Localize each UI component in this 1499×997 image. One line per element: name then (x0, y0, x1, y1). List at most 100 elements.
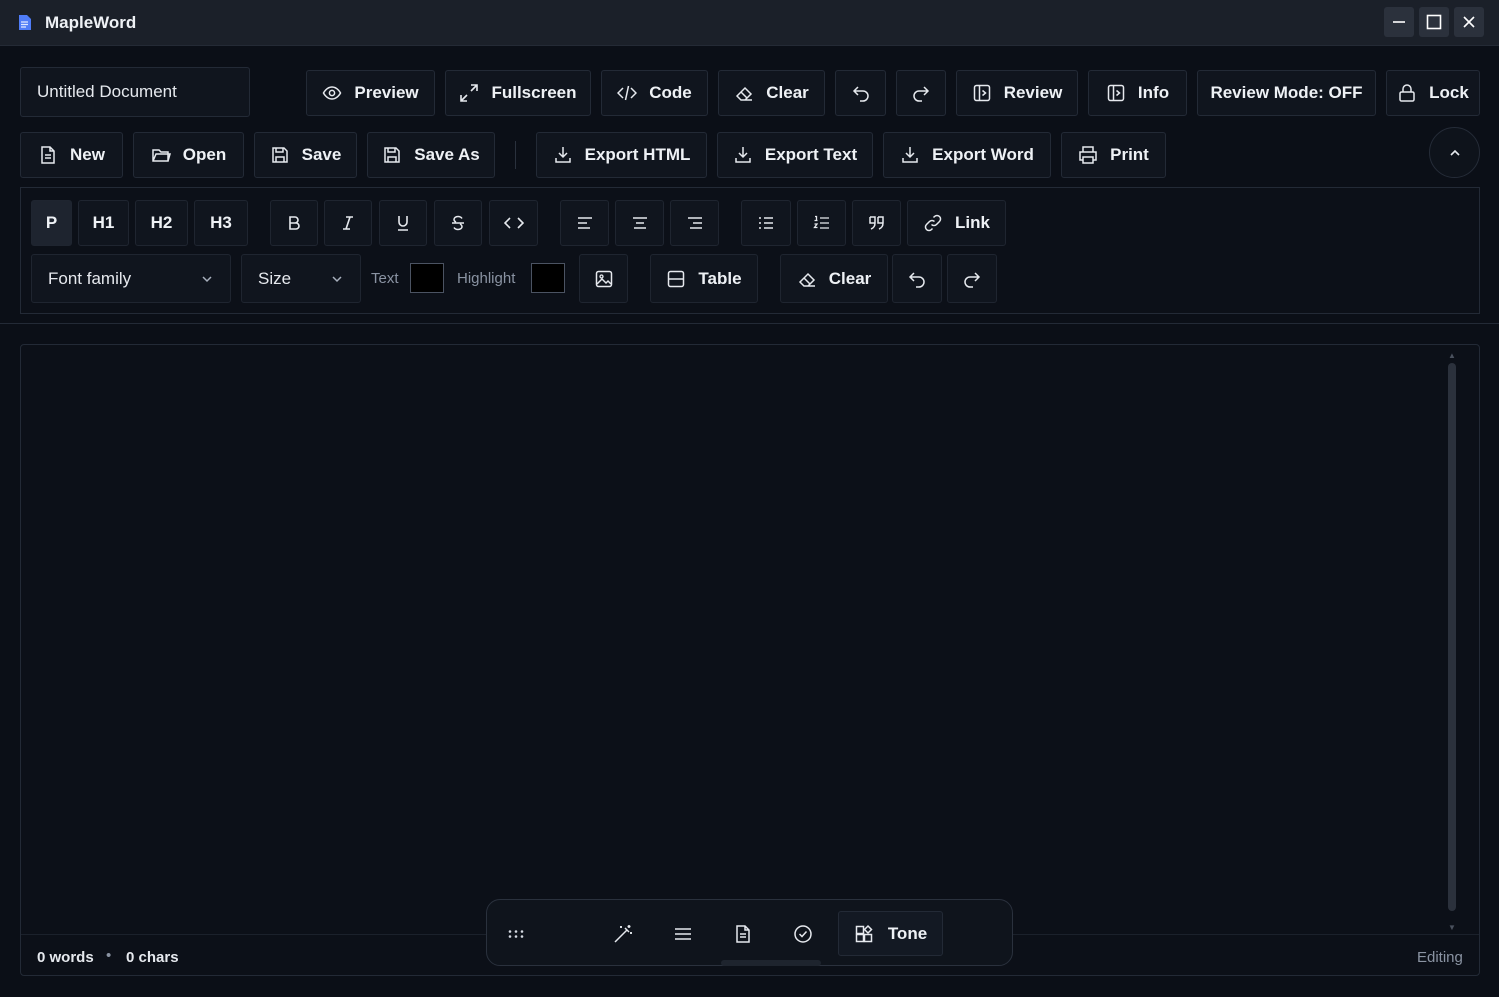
lock-button[interactable]: Lock (1386, 70, 1480, 116)
clear-button[interactable]: Clear (718, 70, 825, 116)
clear-formatting-button[interactable]: Clear (780, 254, 888, 303)
paragraph-label: P (45, 213, 58, 232)
heading1-label: H1 (92, 213, 115, 232)
redo-button[interactable] (896, 70, 946, 116)
editor-area[interactable]: ▲ ▼ 0 words • 0 chars Editing (20, 344, 1480, 976)
floating-bar-handle[interactable] (721, 960, 821, 966)
scroll-thumb[interactable] (1448, 363, 1456, 911)
font-size-value: Size (258, 268, 292, 288)
editor-mode-status: Editing (1417, 949, 1463, 966)
link-label: Link (955, 213, 990, 232)
editor-scrollbar[interactable]: ▲ ▼ (1447, 351, 1457, 933)
italic-button[interactable] (324, 200, 372, 246)
formatting-panel: P H1 H2 H3 Link Font family Size Text Hi… (20, 187, 1480, 314)
chevron-down-icon (202, 275, 212, 282)
document-title-input[interactable]: Untitled Document (20, 67, 250, 117)
highlight-color-label: Highlight (457, 270, 516, 287)
magic-wand-button[interactable] (610, 921, 636, 947)
printer-icon (1079, 146, 1097, 164)
title-bar: MapleWord (0, 0, 1499, 46)
align-right-button[interactable] (670, 200, 719, 246)
quote-icon (868, 216, 884, 230)
toolbar-divider (515, 141, 516, 169)
tone-button[interactable]: Tone (838, 911, 943, 956)
heading3-label: H3 (210, 213, 232, 232)
summarize-button[interactable] (670, 921, 696, 947)
heading3-button[interactable]: H3 (194, 200, 248, 246)
open-label: Open (182, 145, 227, 164)
heading2-label: H2 (150, 213, 173, 232)
info-button[interactable]: Info (1088, 70, 1187, 116)
code-label: Code (649, 83, 692, 102)
collapse-toolbar-button[interactable] (1429, 127, 1480, 178)
format-undo-button[interactable] (892, 254, 942, 303)
review-mode-toggle[interactable]: Review Mode: OFF (1197, 70, 1376, 116)
heading2-button[interactable]: H2 (135, 200, 188, 246)
tone-label: Tone (887, 923, 928, 943)
print-button[interactable]: Print (1061, 132, 1166, 178)
check-button[interactable] (790, 921, 816, 947)
heading1-button[interactable]: H1 (78, 200, 129, 246)
text-color-label: Text (371, 270, 399, 287)
maximize-button[interactable] (1419, 7, 1449, 37)
open-button[interactable]: Open (133, 132, 244, 178)
text-color-picker[interactable] (410, 263, 444, 293)
format-redo-button[interactable] (947, 254, 997, 303)
link-button[interactable]: Link (907, 200, 1006, 246)
chevron-up-icon (1449, 149, 1460, 156)
scroll-up-arrow-icon[interactable]: ▲ (1448, 351, 1456, 360)
check-circle-icon (794, 925, 812, 943)
scroll-down-arrow-icon[interactable]: ▼ (1448, 923, 1456, 932)
preview-label: Preview (354, 83, 419, 102)
chevron-down-icon (332, 275, 342, 282)
close-button[interactable] (1454, 7, 1484, 37)
document-title-text: Untitled Document (37, 82, 177, 101)
export-text-button[interactable]: Export Text (717, 132, 873, 178)
highlight-color-picker[interactable] (531, 263, 565, 293)
blockquote-button[interactable] (852, 200, 901, 246)
paragraph-button[interactable]: P (31, 200, 72, 246)
font-size-select[interactable]: Size (241, 254, 361, 303)
maximize-icon (1426, 14, 1442, 30)
strikethrough-button[interactable] (434, 200, 482, 246)
preview-button[interactable]: Preview (306, 70, 435, 116)
table-label: Table (698, 268, 742, 288)
app-logo-icon (18, 14, 32, 31)
download-icon (735, 147, 751, 163)
table-icon (668, 270, 685, 287)
word-count: 0 words (37, 949, 94, 966)
align-center-button[interactable] (615, 200, 664, 246)
document-button[interactable] (730, 921, 756, 947)
inline-code-button[interactable] (489, 200, 538, 246)
redo-icon (913, 86, 930, 102)
download-icon (554, 147, 571, 163)
insert-table-button[interactable]: Table (650, 254, 758, 303)
image-icon (595, 270, 612, 287)
underline-icon (398, 216, 408, 231)
save-label: Save (301, 145, 342, 164)
minimize-button[interactable] (1384, 7, 1414, 37)
code-button[interactable]: Code (601, 70, 708, 116)
align-left-button[interactable] (560, 200, 609, 246)
fullscreen-button[interactable]: Fullscreen (445, 70, 591, 116)
align-left-icon (577, 217, 592, 229)
numbered-list-button[interactable] (797, 200, 846, 246)
new-button[interactable]: New (20, 132, 123, 178)
review-button[interactable]: Review (956, 70, 1078, 116)
save-as-button[interactable]: Save As (367, 132, 495, 178)
lock-icon (1399, 84, 1415, 102)
export-word-button[interactable]: Export Word (883, 132, 1051, 178)
insert-image-button[interactable] (579, 254, 628, 303)
export-html-button[interactable]: Export HTML (536, 132, 707, 178)
underline-button[interactable] (379, 200, 427, 246)
align-right-icon (687, 217, 702, 229)
new-label: New (70, 145, 105, 164)
export-text-label: Export Text (764, 145, 858, 164)
bold-button[interactable] (270, 200, 318, 246)
link-icon (924, 214, 942, 232)
bullet-list-button[interactable] (741, 200, 791, 246)
font-family-select[interactable]: Font family (31, 254, 231, 303)
drag-handle[interactable] (503, 921, 529, 947)
save-button[interactable]: Save (254, 132, 357, 178)
undo-button[interactable] (835, 70, 886, 116)
